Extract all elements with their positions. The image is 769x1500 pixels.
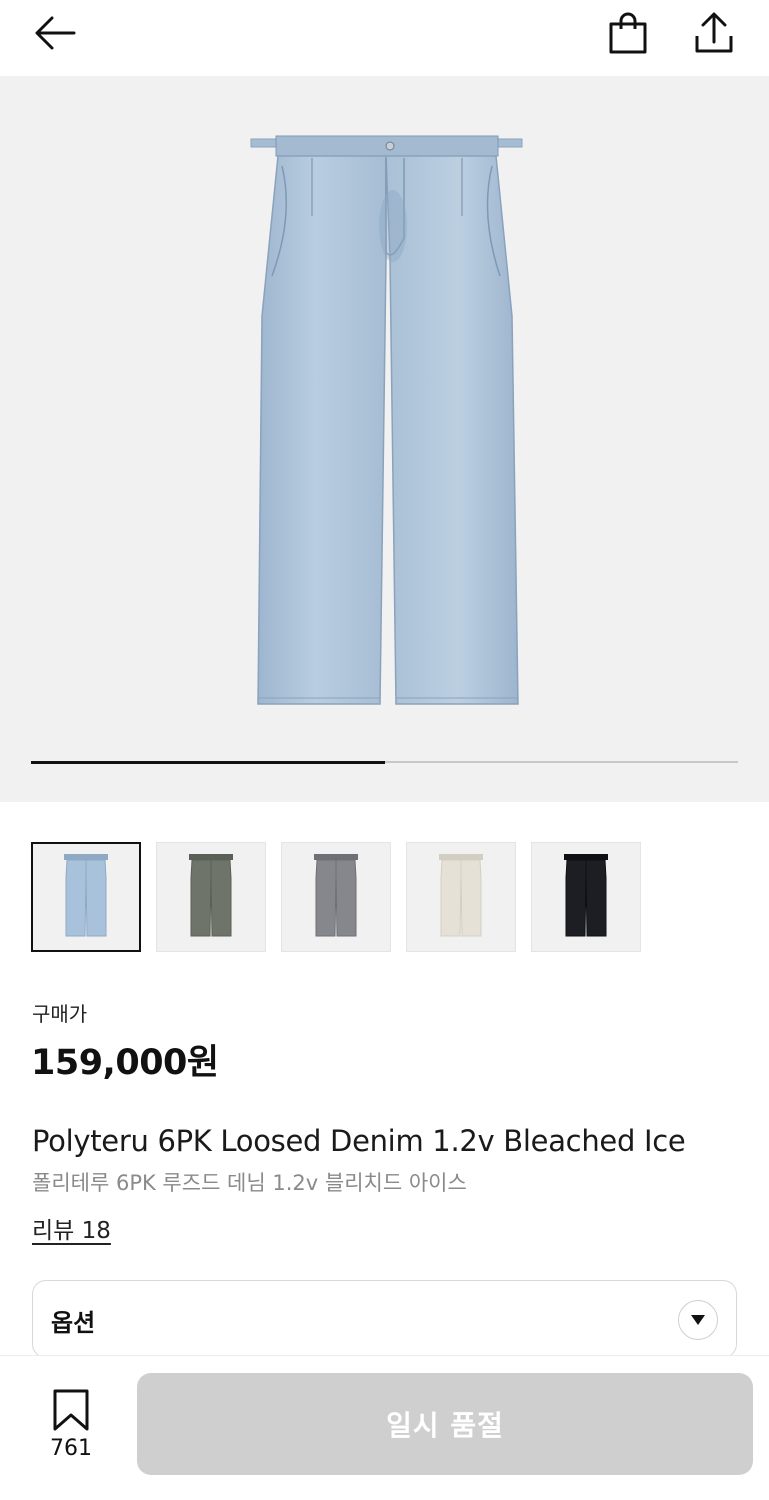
product-name-ko: 폴리테루 6PK 루즈드 데님 1.2v 블리치드 아이스 [32,1171,467,1195]
arrow-left-icon [35,16,76,50]
wishlist-count: 761 [50,1436,92,1461]
soldout-button[interactable]: 일시 품절 [137,1373,753,1475]
bookmark-icon [53,1389,89,1431]
color-thumbnail[interactable] [156,842,266,952]
wishlist-button[interactable]: 761 [38,1388,104,1468]
shopping-bag-button[interactable] [600,8,656,58]
color-thumbnail[interactable] [31,842,141,952]
product-name-en: Polyteru 6PK Loosed Denim 1.2v Bleached … [32,1124,686,1158]
pants-thumbnail-image [314,854,358,937]
color-variant-thumbnails [31,842,641,952]
bottom-action-bar: 761 일시 품절 [0,1355,769,1500]
caret-down-icon [678,1300,718,1340]
carousel-progress-track [31,760,738,764]
pants-thumbnail-image [189,854,233,937]
share-button[interactable] [686,8,742,58]
carousel-progress-fill [31,760,385,764]
pants-thumbnail-image [64,854,108,937]
back-button[interactable] [26,8,82,58]
shopping-bag-icon [609,12,647,54]
pants-thumbnail-image [439,854,483,937]
review-link[interactable]: 리뷰 18 [32,1211,111,1245]
pants-thumbnail-image [564,854,608,937]
color-thumbnail[interactable] [406,842,516,952]
denim-pants-image [250,135,523,705]
product-image-carousel[interactable] [0,76,769,802]
top-nav-bar [0,0,769,76]
color-thumbnail[interactable] [281,842,391,952]
color-thumbnail[interactable] [531,842,641,952]
price-label: 구매가 [32,1002,88,1026]
option-label: 옵션 [51,1309,96,1337]
option-dropdown[interactable]: 옵션 [32,1280,737,1358]
share-upload-icon [695,12,733,53]
price-value: 159,000원 [31,1043,219,1083]
